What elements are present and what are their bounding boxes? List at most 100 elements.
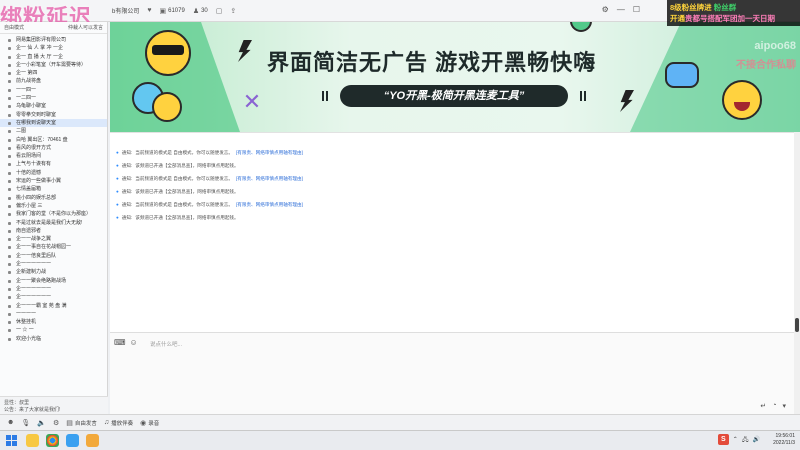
promo-banner[interactable]: ✕ 界面简洁无广告 游戏开黑畅快嗨 “YO开黑-极简开黑连麦工具” xyxy=(110,22,800,132)
overlay-line2: 开通 xyxy=(670,14,685,23)
members-counter: ♟ 30 xyxy=(193,7,208,15)
sidebar-item[interactable]: 企一一一一一一 xyxy=(0,293,107,301)
likes-counter: ▣ 61079 xyxy=(160,7,185,15)
chat-panel: ● 通知: 当前频道的模式是 自由模式，你可以随便发言。 [有限责、网络审慎点用轴有理… xyxy=(110,132,794,332)
free-speech-label: 自由发言 xyxy=(74,420,97,427)
gamepad-icon xyxy=(665,62,699,88)
favorite-button[interactable]: ♥ xyxy=(147,7,151,14)
company-label: b有限公司 xyxy=(112,6,139,15)
qq-icon[interactable] xyxy=(66,434,79,447)
system-tray: S ⌃ 🖧 🔊 xyxy=(717,434,760,445)
free-speech-button[interactable]: ▤ 自由发言 xyxy=(66,419,97,427)
speaker-icon: 🔈 xyxy=(37,419,46,427)
title-action-1[interactable]: ▢ xyxy=(216,7,223,15)
sidebar-item[interactable]: 企一一一一一一 xyxy=(0,285,107,293)
message-text: 该频道已开通【全部消息查】，网络审慎点用起钱。 xyxy=(135,163,239,168)
sidebar-item[interactable]: 一一四一 xyxy=(0,86,107,94)
mic-button[interactable]: 🎙 xyxy=(21,419,30,427)
emoji-tool-icon[interactable]: ☺ xyxy=(130,338,138,347)
more-chat-icon[interactable]: ◔ xyxy=(772,402,776,410)
chat-message: ● 通知: 该频道已开通【全部消息查】，网络审慎点用起钱。 xyxy=(116,163,242,169)
overlay-line1: 8级粉丝牌进 xyxy=(670,3,712,12)
sidebar-item[interactable]: 企一一聚会绝路跑战场 xyxy=(0,277,107,285)
sidebar-item[interactable]: 企一一倍良里后队 xyxy=(0,252,107,260)
sidebar-item[interactable]: 一二四一 xyxy=(0,94,107,102)
chat-message: ● 通知: 该频道已开通【全部消息查】，网络审慎点用起钱。 xyxy=(116,215,242,221)
permission-label: 仲裁人可以发言 xyxy=(67,25,103,31)
hot-icon: ▣ xyxy=(159,7,167,15)
sidebar-item[interactable]: 企一一战争之翼 xyxy=(0,235,107,243)
sidebar-item[interactable]: 欢迎小光临 xyxy=(0,335,107,343)
sidebar-item[interactable]: 企一一一一一一 xyxy=(0,260,107,268)
sidebar-item[interactable]: 企一一一霸 室 苑 盘 满 xyxy=(0,302,107,310)
banner-slogan: “YO开黑-极简开黑连麦工具” xyxy=(322,85,582,107)
sidebar-item[interactable]: 一 ☆ 一 xyxy=(0,326,107,334)
input-method-icon[interactable]: S xyxy=(717,434,729,445)
sidebar-item[interactable]: 企一一事自在花战帽园一 xyxy=(0,243,107,251)
sidebar-item[interactable]: 七情盖届箱 xyxy=(0,185,107,193)
sidebar-item[interactable]: 看风的很开方式 xyxy=(0,144,107,152)
sidebar-item[interactable]: 休整挂机 xyxy=(0,318,107,326)
message-prefix: 通知: xyxy=(121,150,133,155)
minimize-icon[interactable]: — xyxy=(617,5,625,14)
notice-icon: ● xyxy=(116,215,119,220)
channel-sidebar: 自由模式 仲裁人可以发言 网易集团影评有限公司 企一 仙 人 掌 冲 一企 企一 直… xyxy=(0,22,108,414)
yo-app-icon[interactable] xyxy=(86,434,99,447)
sidebar-item[interactable]: 零零拳交到时聊室 xyxy=(0,111,107,119)
sidebar-item[interactable]: 不是过就去是最是我们大无敌! xyxy=(0,219,107,227)
clock-date: 2022/11/3 xyxy=(773,440,795,446)
sidebar-item[interactable]: 在哪我到说聊天室 xyxy=(0,118,107,128)
maximize-icon[interactable]: ☐ xyxy=(633,5,640,14)
tray-icon[interactable]: ⌃ xyxy=(733,436,738,443)
sidebar-item[interactable]: 桃小四的娱乐总部 xyxy=(0,194,107,202)
settings-button[interactable]: ⚙ xyxy=(53,419,59,427)
sidebar-item[interactable]: 企一小彩笔室（开车需要等待） xyxy=(0,61,107,69)
message-input-area[interactable]: ⌨ ☺ 说点什么吧... ↵ ◔ ▾ xyxy=(110,332,794,414)
sidebar-item[interactable]: 二图 xyxy=(0,127,107,135)
message-prefix: 通知: xyxy=(121,202,133,207)
sidebar-item[interactable]: 企新建制力战 xyxy=(0,268,107,276)
sidebar-item[interactable]: 十倍的遗憾 xyxy=(0,169,107,177)
sidebar-item[interactable]: 宋运的一些做事小翼 xyxy=(0,177,107,185)
green-circle-icon xyxy=(570,22,592,32)
start-button[interactable] xyxy=(6,435,17,446)
settings-icon[interactable]: ⚙ xyxy=(602,5,609,14)
message-tail: [有限责、网络审慎点用轴有理由] xyxy=(236,202,303,207)
sidebar-item[interactable]: 一一一一 xyxy=(0,310,107,318)
gamepad-tool-icon[interactable]: ⌨ xyxy=(114,338,126,347)
sidebar-item[interactable]: 我家门客的堂（不是你以为那座） xyxy=(0,210,107,218)
sidebar-item[interactable]: 上气与十诶有有 xyxy=(0,160,107,168)
network-icon[interactable]: 🖧 xyxy=(742,435,749,445)
scrollbar-thumb[interactable] xyxy=(795,318,799,332)
avatar[interactable]: ☻ xyxy=(7,419,14,426)
volume-icon[interactable]: 🔊 xyxy=(753,436,760,443)
bottom-toolbar: ☻ 🎙 🔈 ⚙ ▤ 自由发言 ♫ 播放伴奏 ◉ 录音 xyxy=(0,414,800,430)
message-text: 该频道已开通【全部消息查】，网络审慎点用起钱。 xyxy=(135,215,239,220)
message-prefix: 通知: xyxy=(121,189,133,194)
sidebar-item[interactable]: 前九战将盘 xyxy=(0,77,107,85)
sidebar-item[interactable]: 白哈 翼出区：70461 盘 xyxy=(0,136,107,144)
sidebar-item[interactable]: 偏乐小屋 三 xyxy=(0,202,107,210)
file-explorer-icon[interactable] xyxy=(26,434,39,447)
sidebar-item[interactable]: 企一 仙 人 掌 冲 一企 xyxy=(0,44,107,52)
sidebar-item[interactable]: 乌龟聊小聊室 xyxy=(0,102,107,110)
sunglasses-emoji-icon xyxy=(145,30,191,76)
record-label: 录音 xyxy=(148,420,160,427)
speaker-button[interactable]: 🔈 xyxy=(37,419,46,427)
sidebar-item[interactable]: 企一 直 播 大 厅 一企 xyxy=(0,53,107,61)
sidebar-item[interactable]: 南自遗邪者 xyxy=(0,227,107,235)
clock[interactable]: 19:56:01 2022/11/3 xyxy=(773,433,795,447)
play-accompaniment-button[interactable]: ♫ 播放伴奏 xyxy=(104,419,133,427)
chat-scrollbar[interactable] xyxy=(794,132,800,414)
chrome-icon[interactable] xyxy=(46,434,59,447)
message-input[interactable]: 说点什么吧... xyxy=(150,340,182,348)
enter-icon[interactable]: ↵ xyxy=(760,402,766,410)
sidebar-item[interactable]: 网易集团影评有限公司 xyxy=(0,36,107,44)
music-icon: ♫ xyxy=(103,419,110,426)
record-button[interactable]: ◉ 录音 xyxy=(140,419,159,427)
sidebar-item[interactable]: 看云阴场间 xyxy=(0,152,107,160)
title-action-2[interactable]: ⇪ xyxy=(230,7,236,15)
sidebar-item[interactable]: 企一 第四 xyxy=(0,69,107,77)
chevron-down-icon[interactable]: ▾ xyxy=(782,402,786,410)
chat-message: ● 通知: 当前频道的模式是 自由模式，你可以随便发言。 [有限责、网络审慎点用轴有理… xyxy=(116,202,303,208)
